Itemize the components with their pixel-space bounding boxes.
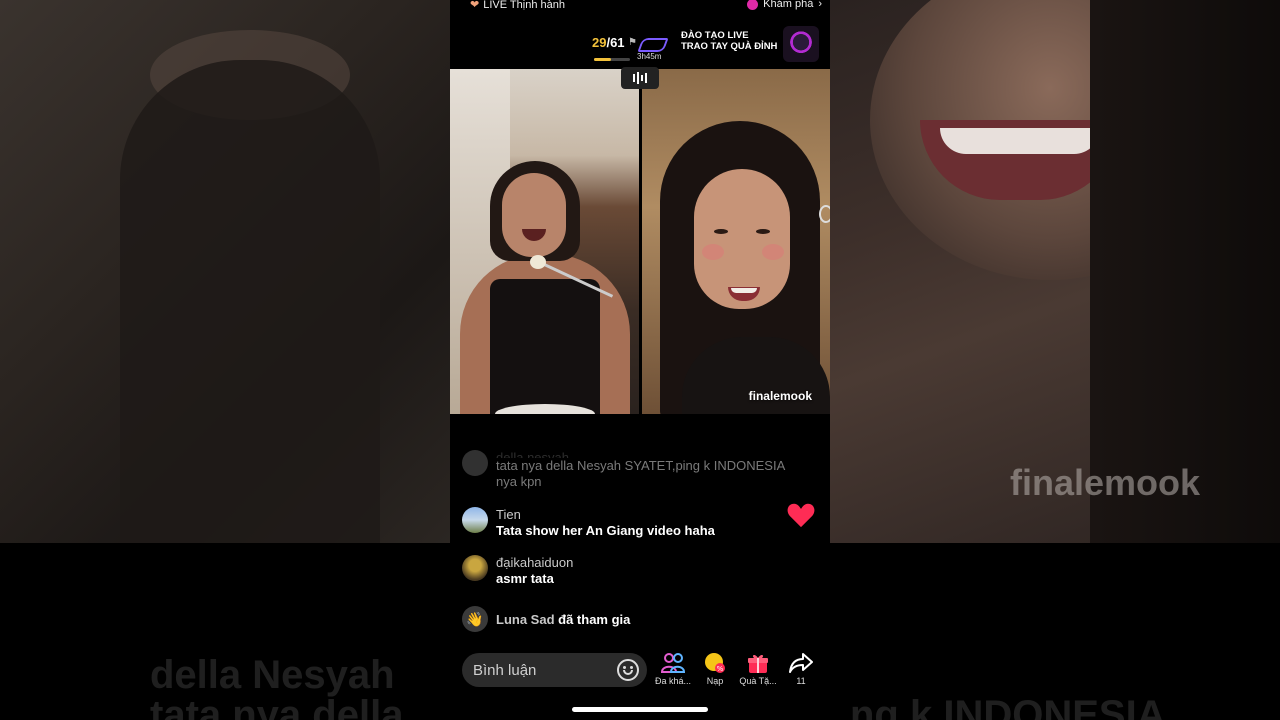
guest-video[interactable]: finalemook — [642, 69, 830, 414]
join-message: đã tham gia — [558, 611, 631, 627]
audio-bar — [637, 72, 639, 84]
score-text: 29/61 — [592, 35, 625, 50]
host-video[interactable] — [450, 69, 639, 414]
comment-body: đạikahaiduon asmr tata — [496, 555, 573, 587]
blurred-background-right: finalemook — [830, 0, 1280, 543]
promo-banner-text[interactable]: ĐÀO TẠO LIVE TRAO TAY QUÀ ĐỈNH — [681, 30, 777, 52]
score-progress-bar — [594, 58, 630, 61]
explore-label: Khám phá — [763, 0, 814, 10]
score-current: 29 — [592, 35, 607, 50]
audio-bar — [633, 74, 635, 82]
guest-eye — [714, 229, 728, 234]
score-total: /61 — [606, 35, 625, 50]
gift-icon — [748, 654, 768, 673]
guest-cheek — [762, 244, 784, 260]
coin-recharge-icon: % — [705, 653, 725, 673]
comment-body: della nesyah tata nya della Nesyah SYATE… — [496, 450, 806, 490]
host-face — [502, 173, 566, 257]
comment-username: Tien — [496, 507, 521, 522]
guest-eye — [756, 229, 770, 234]
host-top — [490, 279, 600, 414]
action-label: Quà Tặ... — [739, 676, 777, 686]
avatar[interactable] — [462, 555, 488, 581]
svg-text:%: % — [717, 665, 724, 673]
live-stream-view: ❤ LIVE Thịnh hành Khám phá › 29/61 ⚑ 3h4… — [450, 0, 830, 720]
chevron-right-icon: › — [818, 0, 822, 10]
blurred-text: ng k INDONESIA — [850, 693, 1166, 720]
audio-bar — [645, 73, 647, 83]
comment-username: đạikahaiduon — [496, 555, 574, 570]
comment-text: asmr tata — [496, 571, 554, 586]
comment-text: Tata show her An Giang video haha — [496, 523, 715, 538]
blurred-teeth — [940, 128, 1100, 154]
home-indicator[interactable] — [572, 707, 708, 712]
flag-icon: ⚑ — [628, 37, 637, 48]
emoji-icon[interactable] — [617, 659, 639, 681]
food — [530, 255, 546, 269]
blurred-comments-right: ng k INDONESIA — [830, 543, 1280, 720]
comment-item[interactable]: della nesyah tata nya della Nesyah SYATE… — [462, 450, 802, 490]
multi-guest-icon — [661, 653, 685, 673]
promo-banner-image[interactable] — [783, 26, 819, 62]
join-username: Luna Sad — [496, 611, 555, 627]
blurred-text: della Nesyah — [150, 653, 395, 697]
avatar[interactable] — [462, 507, 488, 533]
background-username: finalemook — [1010, 462, 1201, 503]
score-progress-fill — [594, 58, 612, 61]
guest-earring — [819, 205, 830, 223]
action-label: Nạp — [706, 676, 724, 686]
guest-cheek — [702, 244, 724, 260]
guest-username[interactable]: finalemook — [749, 389, 812, 403]
join-notice: 👋 Luna Sad đã tham gia — [462, 606, 802, 632]
comment-item[interactable]: đạikahaiduon asmr tata — [462, 555, 802, 587]
explore-link[interactable]: Khám phá › — [747, 0, 822, 10]
promo-line-2: TRAO TAY QUÀ ĐỈNH — [681, 41, 778, 52]
wave-hand-icon: 👋 — [462, 606, 488, 632]
guest-teeth — [731, 288, 757, 293]
promo-line-1: ĐÀO TẠO LIVE — [681, 30, 749, 41]
action-label: Đa khá... — [654, 676, 692, 686]
blurred-body — [120, 60, 380, 543]
heart-icon: ❤ — [470, 0, 480, 11]
avatar[interactable] — [462, 450, 488, 476]
blurred-comments-left: della Nesyah tata nya della — [0, 543, 450, 720]
multi-guest-button[interactable]: Đa khá... — [651, 652, 695, 686]
blurred-background-left — [0, 0, 450, 543]
comment-username: della nesyah — [496, 450, 569, 458]
video-split[interactable]: finalemook — [450, 69, 830, 414]
comment-item[interactable]: Tien Tata show her An Giang video haha — [462, 507, 802, 539]
audio-bars-icon[interactable] — [621, 67, 659, 89]
live-trending-label: LIVE Thịnh hành — [483, 0, 565, 11]
timer-text: 3h45m — [637, 52, 662, 61]
eagle-badge-icon — [637, 38, 669, 52]
heart-like-icon[interactable] — [787, 502, 815, 528]
blurred-text: tata nya della — [150, 693, 404, 720]
comment-text: tata nya della Nesyah SYATET,ping k INDO… — [496, 458, 785, 489]
gift-button[interactable]: Quà Tặ... — [736, 652, 780, 686]
comment-placeholder: Bình luận — [473, 661, 537, 679]
share-count: 11 — [796, 676, 806, 686]
live-trending-link[interactable]: ❤ LIVE Thịnh hành — [470, 0, 565, 11]
battle-score[interactable]: 29/61 — [592, 35, 625, 50]
comment-body: Tien Tata show her An Giang video haha — [496, 507, 715, 539]
join-text: Luna Sad đã tham gia — [496, 612, 630, 627]
share-button[interactable]: 11 — [779, 652, 823, 686]
audio-bar — [641, 75, 643, 81]
comment-input[interactable]: Bình luận — [462, 653, 647, 687]
explore-icon — [747, 0, 759, 10]
share-icon — [789, 653, 813, 673]
screen: finalemook della Nesyah tata nya della n… — [0, 0, 1280, 720]
recharge-button[interactable]: % Nạp — [693, 652, 737, 686]
